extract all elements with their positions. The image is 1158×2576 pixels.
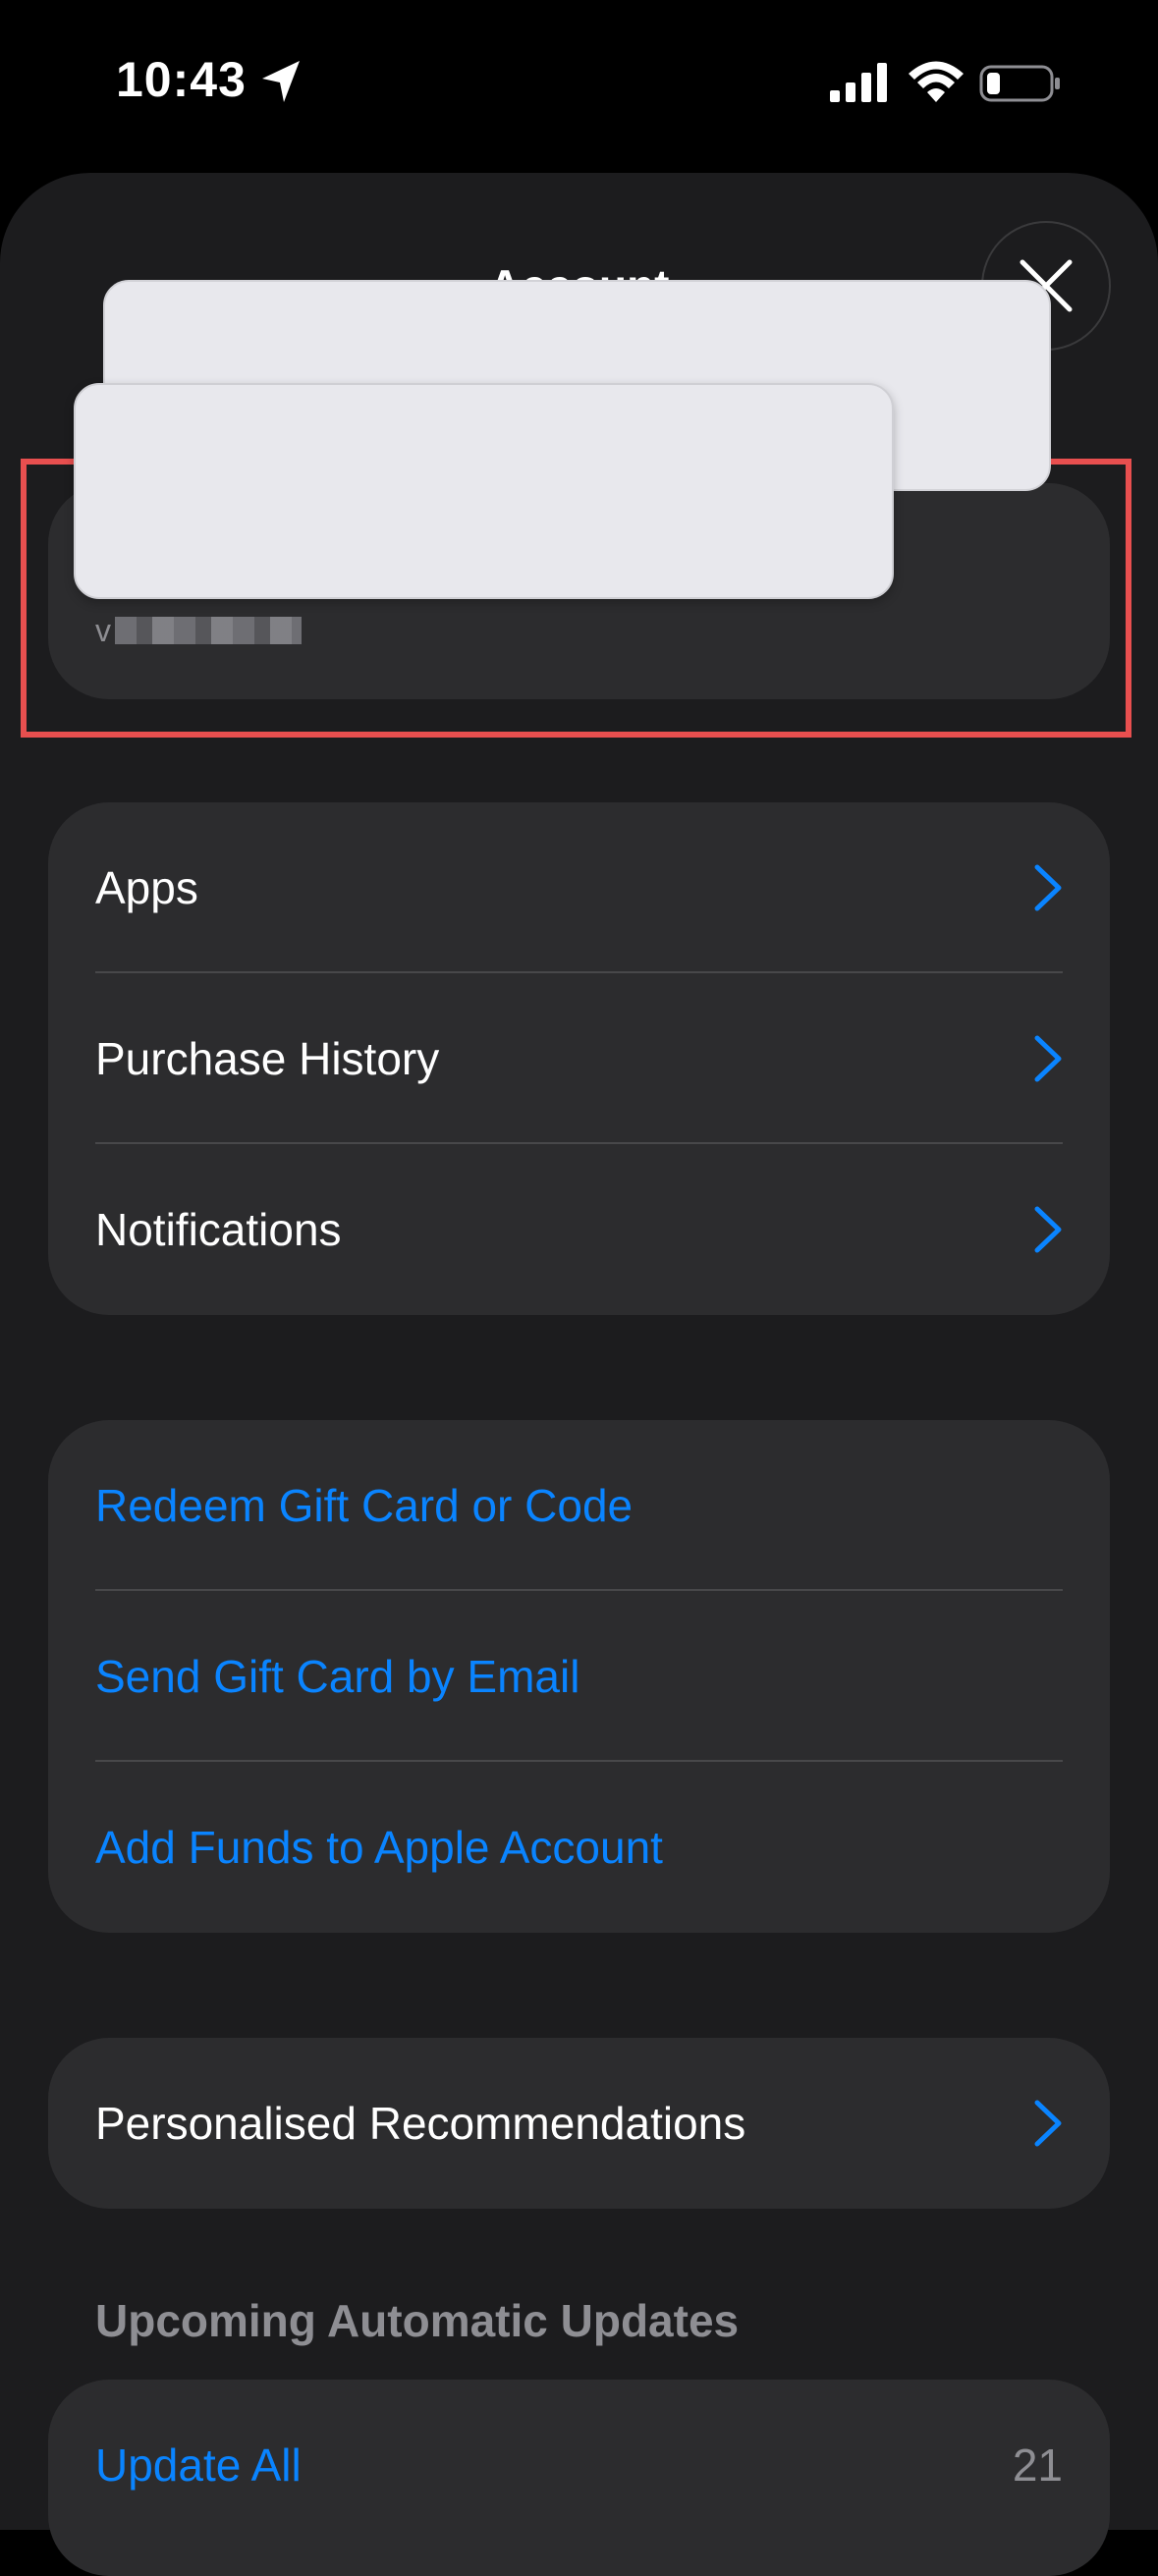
chevron-right-icon bbox=[1034, 1206, 1062, 1253]
gift-card-group: Redeem Gift Card or Code Send Gift Card … bbox=[48, 1420, 1110, 1933]
notifications-label: Notifications bbox=[95, 1204, 342, 1255]
apps-label: Apps bbox=[95, 862, 198, 913]
personalised-recommendations-label: Personalised Recommendations bbox=[95, 2098, 746, 2149]
cellular-signal-icon bbox=[830, 63, 887, 102]
account-menu-group: Apps Purchase History Notifications bbox=[48, 802, 1110, 1315]
add-funds-button[interactable]: Add Funds to Apple Account bbox=[48, 1762, 1110, 1933]
purchase-history-row[interactable]: Purchase History bbox=[48, 973, 1110, 1144]
wifi-icon bbox=[909, 61, 964, 102]
location-arrow-icon bbox=[262, 61, 300, 102]
update-all-label: Update All bbox=[95, 2439, 302, 2491]
redaction-overlay bbox=[74, 383, 894, 599]
battery-icon bbox=[979, 65, 1060, 102]
redeem-gift-card-label: Redeem Gift Card or Code bbox=[95, 1480, 634, 1531]
chevron-right-icon bbox=[1034, 1035, 1062, 1082]
status-time: 10:43 bbox=[116, 52, 247, 107]
send-gift-card-label: Send Gift Card by Email bbox=[95, 1651, 580, 1702]
chevron-right-icon bbox=[1034, 2100, 1062, 2147]
purchase-history-label: Purchase History bbox=[95, 1033, 440, 1084]
upcoming-updates-header: Upcoming Automatic Updates bbox=[95, 2295, 740, 2346]
recommendations-group: Personalised Recommendations bbox=[48, 2038, 1110, 2209]
personalised-recommendations-row[interactable]: Personalised Recommendations bbox=[48, 2038, 1110, 2209]
chevron-right-icon bbox=[1034, 864, 1062, 911]
updates-group: Update All 21 bbox=[48, 2380, 1110, 2576]
redeem-gift-card-button[interactable]: Redeem Gift Card or Code bbox=[48, 1420, 1110, 1591]
apps-row[interactable]: Apps bbox=[48, 802, 1110, 973]
status-bar: 10:43 bbox=[0, 0, 1158, 172]
send-gift-card-button[interactable]: Send Gift Card by Email bbox=[48, 1591, 1110, 1762]
notifications-row[interactable]: Notifications bbox=[48, 1144, 1110, 1315]
update-all-button[interactable]: Update All 21 bbox=[48, 2380, 1110, 2550]
update-count: 21 bbox=[1012, 2439, 1063, 2491]
add-funds-label: Add Funds to Apple Account bbox=[95, 1822, 663, 1873]
